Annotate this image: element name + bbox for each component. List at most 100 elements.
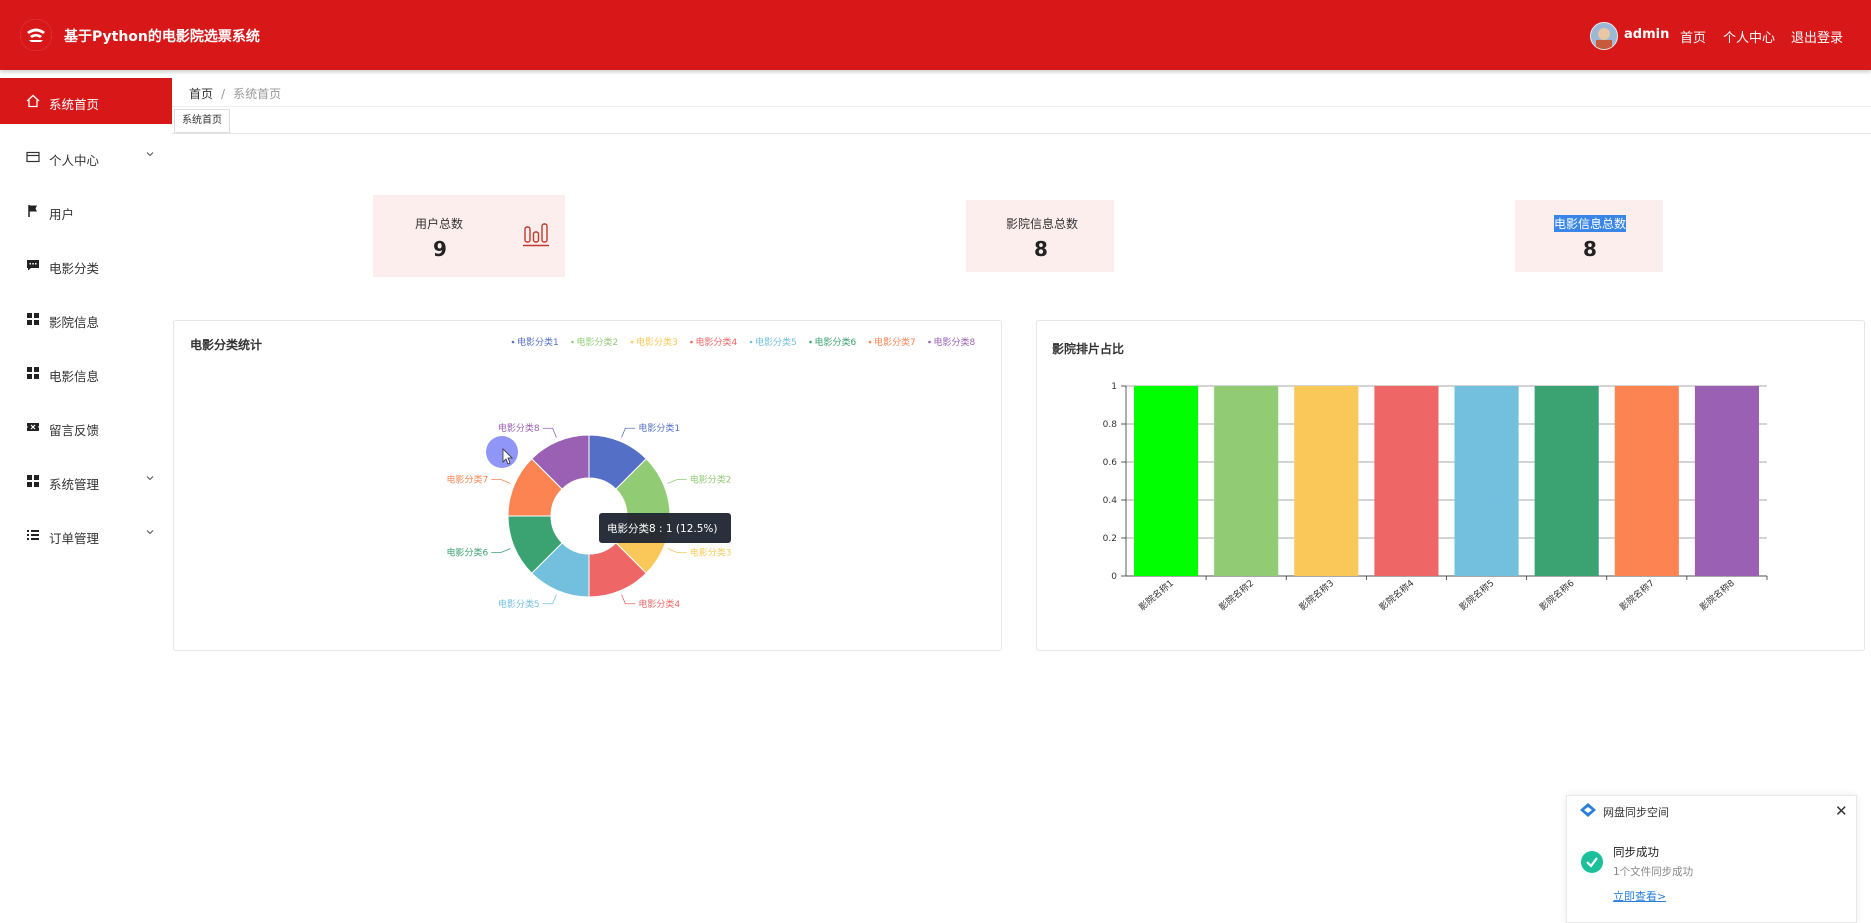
sidebar-item-label: 系统首页 xyxy=(49,97,100,112)
x-tick-label: 影院名称2 xyxy=(1216,577,1256,613)
nav-profile-link[interactable]: 个人中心 xyxy=(1723,27,1775,46)
bar[interactable] xyxy=(1294,386,1359,576)
pie-label-line xyxy=(621,594,636,605)
logo xyxy=(20,19,52,51)
cinema-schedule-chart-panel: 影院排片占比 0 0.2 0.4 0.6 0.8 1 影院名称1 影院名称2 影院名称3 影院名称… xyxy=(1036,320,1865,651)
app-title: 基于Python的电影院选票系统 xyxy=(64,29,260,45)
bar[interactable] xyxy=(1374,386,1439,576)
movie-category-chart-panel: 电影分类统计 电影分类1 电影分类2 电影分类3 电影分类4 电影分类5 电影分类6 电影分… xyxy=(173,320,1002,651)
pie-label-line xyxy=(667,548,687,553)
stat-card-users: 用户总数 9 xyxy=(373,195,565,277)
sidebar-item-cinema-info[interactable]: 影院信息 xyxy=(0,296,172,342)
sidebar-item-home[interactable]: 系统首页 xyxy=(0,78,172,124)
pie-label-line xyxy=(542,427,557,438)
bar[interactable] xyxy=(1694,386,1759,576)
grid-icon xyxy=(27,367,39,379)
x-tick-label: 影院名称6 xyxy=(1537,577,1577,613)
x-tick-label: 影院名称4 xyxy=(1377,577,1417,613)
legend-item[interactable]: 电影分类7 xyxy=(874,336,916,348)
pie-label: 电影分类2 xyxy=(690,474,732,486)
sidebar-item-feedback[interactable]: 留言反馈 xyxy=(0,404,172,450)
legend-marker xyxy=(630,340,634,344)
legend-item[interactable]: 电影分类2 xyxy=(577,336,619,348)
card-icon xyxy=(26,151,40,163)
sidebar-item-orders[interactable]: 订单管理 xyxy=(0,512,172,558)
pie-label-line xyxy=(491,479,511,484)
legend-marker xyxy=(690,340,693,344)
avatar[interactable] xyxy=(1590,22,1618,50)
sidebar-item-label: 电影信息 xyxy=(49,369,100,384)
y-tick-label: 0.2 xyxy=(1103,534,1117,544)
sidebar-item-label: 留言反馈 xyxy=(49,423,100,438)
bar[interactable] xyxy=(1134,386,1199,576)
tooltip-text: 电影分类8 : 1 (12.5%) xyxy=(607,522,717,535)
legend-marker xyxy=(868,340,872,344)
close-icon[interactable]: ✕ xyxy=(1835,802,1848,820)
cloud-sync-icon xyxy=(1580,803,1596,817)
legend-item[interactable]: 电影分类5 xyxy=(755,336,797,348)
bar[interactable] xyxy=(1214,386,1279,576)
legend-item[interactable]: 电影分类1 xyxy=(517,336,559,348)
divider xyxy=(172,106,1871,107)
tab-home[interactable]: 系统首页 xyxy=(174,109,230,133)
y-tick-label: 0.4 xyxy=(1103,496,1118,506)
view-now-link[interactable]: 立即查看> xyxy=(1613,888,1666,904)
sidebar-item-label: 影院信息 xyxy=(49,315,100,330)
logout-link[interactable]: 退出登录 xyxy=(1791,27,1843,46)
sidebar-item-label: 用户 xyxy=(49,207,75,222)
legend-marker xyxy=(928,340,931,344)
legend-item[interactable]: 电影分类6 xyxy=(815,336,857,348)
legend-item[interactable]: 电影分类8 xyxy=(934,336,976,348)
y-tick-label: 0.8 xyxy=(1103,420,1118,430)
sidebar-item-system[interactable]: 系统管理 xyxy=(0,458,172,504)
stat-card-cinemas: 影院信息总数 8 xyxy=(966,200,1114,272)
legend-item[interactable]: 电影分类4 xyxy=(696,336,738,348)
stat-label: 电影信息总数 xyxy=(1554,215,1627,232)
sidebar-item-movie-category[interactable]: 电影分类 xyxy=(0,242,172,288)
pie-label: 电影分类4 xyxy=(638,598,680,610)
sidebar-item-label: 订单管理 xyxy=(49,531,100,546)
pie-label-line xyxy=(491,548,511,553)
y-tick-label: 0.6 xyxy=(1103,458,1118,468)
sidebar-item-label: 电影分类 xyxy=(49,261,100,276)
legend-marker xyxy=(749,340,753,344)
ticket-icon xyxy=(27,423,39,431)
grid-icon xyxy=(27,313,39,325)
chevron-down-icon xyxy=(146,530,154,535)
x-tick-label: 影院名称8 xyxy=(1697,577,1737,613)
bar-chart-icon xyxy=(523,223,549,247)
sidebar: 系统首页 个人中心 用户 电影分类 影院信息 电影信息 留言反馈 系统管理 订单… xyxy=(0,78,172,921)
x-tick-label: 影院名称7 xyxy=(1617,577,1657,613)
legend-marker xyxy=(809,340,812,344)
y-tick-label: 0 xyxy=(1111,572,1117,582)
stat-value: 8 xyxy=(1034,237,1048,261)
bar-chart[interactable]: 00.20.40.60.81影院名称1 影院名称2 影院名称3 影院名称4 影院名称5 影… xyxy=(1037,321,1864,650)
home-icon xyxy=(26,94,40,108)
top-bar: 基于Python的电影院选票系统 admin 首页 个人中心 退出登录 xyxy=(0,0,1871,70)
pie-label: 电影分类7 xyxy=(446,474,488,486)
pie-label-line xyxy=(542,594,557,605)
bar[interactable] xyxy=(1454,386,1519,576)
legend-marker xyxy=(571,340,574,344)
breadcrumb-home[interactable]: 首页 xyxy=(189,87,213,101)
sidebar-item-profile[interactable]: 个人中心 xyxy=(0,134,172,180)
stat-value: 9 xyxy=(433,237,447,261)
hover-indicator xyxy=(486,436,518,468)
breadcrumb-current: 系统首页 xyxy=(233,87,282,101)
bar[interactable] xyxy=(1534,386,1599,576)
legend-marker xyxy=(511,340,515,344)
stat-value: 8 xyxy=(1583,237,1597,261)
breadcrumb-separator: / xyxy=(221,87,226,101)
bar[interactable] xyxy=(1614,386,1679,576)
sidebar-item-label: 个人中心 xyxy=(49,153,100,168)
username[interactable]: admin xyxy=(1624,27,1669,42)
chevron-down-icon xyxy=(146,476,154,481)
divider xyxy=(172,133,1871,134)
nav-home-link[interactable]: 首页 xyxy=(1680,27,1706,46)
toast-status: 同步成功 xyxy=(1613,845,1659,859)
sidebar-item-users[interactable]: 用户 xyxy=(0,188,172,234)
sidebar-item-movie-info[interactable]: 电影信息 xyxy=(0,350,172,396)
pie-label-line xyxy=(621,427,636,438)
legend-item[interactable]: 电影分类3 xyxy=(636,336,678,348)
pie-chart[interactable]: 电影分类1 电影分类2 电影分类3 电影分类4 电影分类5 电影分类6 电影分类7 电影分类8… xyxy=(174,321,1001,650)
